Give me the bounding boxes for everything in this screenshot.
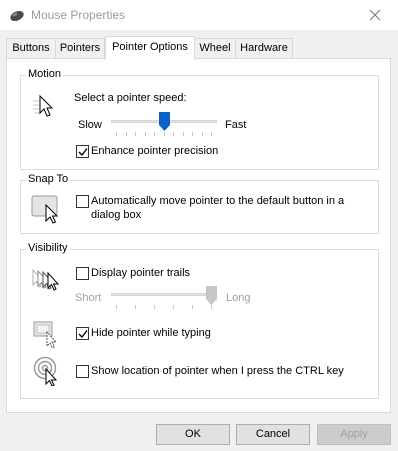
trails-slider-track[interactable] <box>111 293 217 296</box>
tab-buttons[interactable]: Buttons <box>6 38 56 58</box>
show-location-label: Show location of pointer when I press th… <box>91 365 344 377</box>
slider-tick <box>144 132 146 136</box>
hide-pointer-checkbox[interactable] <box>76 327 89 340</box>
tab-pointer-options[interactable]: Pointer Options <box>105 36 195 60</box>
slider-tick <box>211 132 212 136</box>
pointer-speed-icon <box>31 93 59 122</box>
pointer-trails-icon <box>31 268 65 297</box>
slider-tick <box>201 132 203 136</box>
slider-tick <box>182 132 184 136</box>
window-title: Mouse Properties <box>31 8 126 22</box>
motion-group-label: Motion <box>26 68 64 80</box>
slow-label: Slow <box>78 119 102 131</box>
tab-wheel[interactable]: Wheel <box>194 38 236 58</box>
checkmark-icon <box>78 148 88 157</box>
pointer-location-icon <box>33 356 63 389</box>
motion-group: Motion Select a pointer speed: Slow Fast… <box>20 68 379 170</box>
snap-to-group-label: Snap To <box>26 173 71 185</box>
short-label: Short <box>75 292 102 304</box>
slider-tick <box>135 132 136 136</box>
fast-label: Fast <box>225 119 247 131</box>
slider-tick <box>154 132 155 136</box>
slider-tick <box>135 305 136 309</box>
apply-button[interactable]: Apply <box>317 424 391 445</box>
snap-to-button-icon <box>31 194 63 227</box>
slider-tick <box>154 305 155 309</box>
slider-tick <box>192 305 193 309</box>
tab-label: Buttons <box>12 42 50 54</box>
show-location-checkbox[interactable] <box>76 365 89 378</box>
close-icon <box>369 9 381 21</box>
slider-tick <box>116 305 117 309</box>
tab-label: Pointers <box>59 42 101 54</box>
snap-to-group: Snap To Automatically move pointer to th… <box>20 173 379 234</box>
pointer-trails-label: Display pointer trails <box>91 267 191 279</box>
long-label: Long <box>226 292 251 304</box>
pointer-options-panel: Motion Select a pointer speed: Slow Fast… <box>6 58 391 413</box>
cancel-button[interactable]: Cancel <box>236 424 310 445</box>
snap-to-checkbox[interactable] <box>76 195 89 208</box>
checkmark-icon <box>78 330 88 339</box>
speed-slider-thumb[interactable] <box>158 112 170 134</box>
tab-pointers[interactable]: Pointers <box>55 38 105 58</box>
enhance-precision-label: Enhance pointer precision <box>91 145 219 157</box>
tab-label: Pointer Options <box>112 41 188 53</box>
slider-tick <box>192 132 193 136</box>
slider-tick <box>173 132 174 136</box>
trails-slider-thumb[interactable] <box>206 286 217 308</box>
visibility-group-label: Visibility <box>26 242 70 254</box>
enhance-precision-checkbox[interactable] <box>76 145 89 158</box>
snap-to-label-line1: Automatically move pointer to the defaul… <box>91 195 345 207</box>
mouse-icon <box>9 8 25 22</box>
snap-to-label-line2: dialog box <box>91 209 142 221</box>
close-button[interactable] <box>352 0 398 30</box>
title-bar: Mouse Properties <box>0 0 398 30</box>
slider-tick <box>125 132 127 136</box>
ok-button[interactable]: OK <box>156 424 230 445</box>
slider-tick <box>173 305 174 309</box>
slider-tick <box>116 132 117 136</box>
hide-pointer-label: Hide pointer while typing <box>91 327 211 339</box>
pointer-trails-checkbox[interactable] <box>76 267 89 280</box>
speed-label: Select a pointer speed: <box>74 92 187 104</box>
visibility-group: Visibility Display pointer trails Short … <box>20 242 379 399</box>
tab-hardware[interactable]: Hardware <box>235 38 293 58</box>
tab-label: Hardware <box>240 42 288 54</box>
tab-label: Wheel <box>199 42 231 54</box>
hide-pointer-icon <box>33 320 61 351</box>
